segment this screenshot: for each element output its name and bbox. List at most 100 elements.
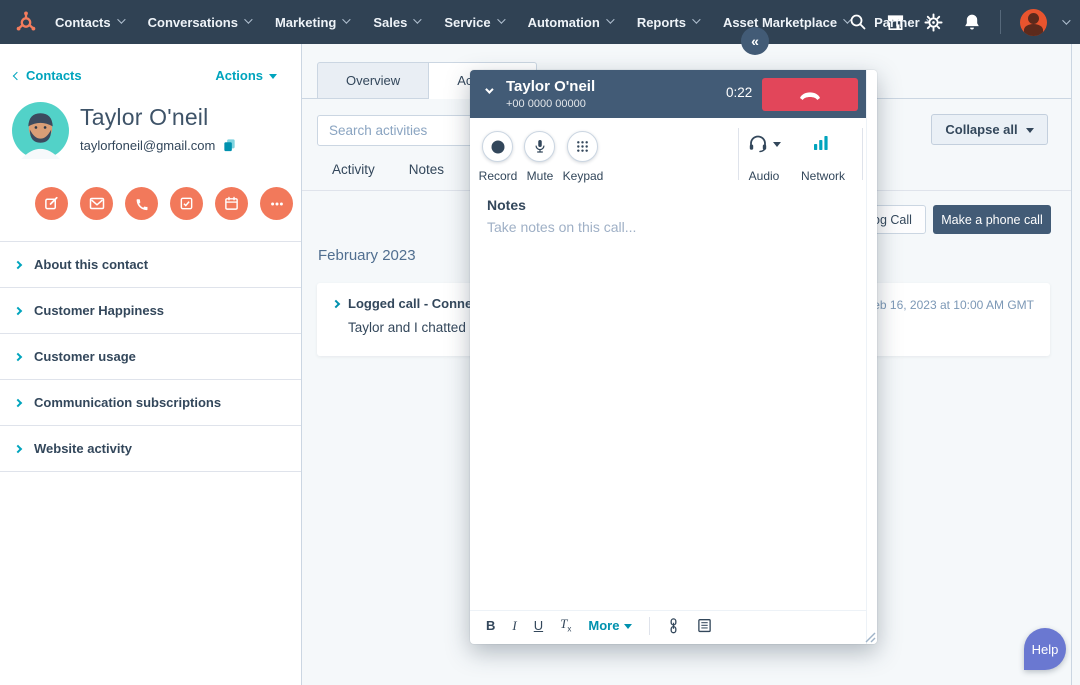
sidebar-section-customer-happiness[interactable]: Customer Happiness (0, 287, 301, 333)
help-button[interactable]: Help (1024, 628, 1066, 670)
record-label: Record (474, 169, 522, 183)
caret-down-icon (692, 15, 700, 23)
task-button[interactable] (170, 187, 203, 220)
caret-down-icon (413, 15, 421, 23)
chevron-right-icon (14, 260, 22, 268)
caret-down-icon (343, 15, 351, 23)
nav-utilities (848, 0, 1068, 44)
tab-overview[interactable]: Overview (317, 62, 429, 99)
nav-item-marketing[interactable]: Marketing (275, 15, 348, 30)
actions-dropdown[interactable]: Actions (215, 68, 277, 83)
nav-item-service[interactable]: Service (444, 15, 502, 30)
subtab-notes[interactable]: Notes (409, 162, 444, 177)
audio-label: Audio (742, 169, 786, 183)
caret-down-icon (773, 142, 781, 147)
notifications-bell-icon[interactable] (962, 13, 981, 32)
contact-email: taylorfoneil@gmail.com (80, 138, 215, 153)
sidebar-section-communication-subscriptions[interactable]: Communication subscriptions (0, 379, 301, 425)
caret-down-icon (269, 74, 277, 79)
nav-item-asset-marketplace[interactable]: Asset Marketplace (723, 15, 849, 30)
caret-down-icon[interactable] (1062, 16, 1070, 24)
collapse-panel-button[interactable]: « (741, 27, 769, 55)
notes-editor[interactable]: Take notes on this call... (487, 219, 853, 235)
audio-headphones-icon (748, 134, 768, 153)
activity-preview: Taylor and I chatted q (348, 320, 477, 335)
make-phone-call-button[interactable]: Make a phone call (933, 205, 1051, 234)
underline-button[interactable]: U (534, 619, 543, 632)
chevron-right-icon (14, 398, 22, 406)
hang-up-button[interactable] (762, 78, 858, 111)
record-button[interactable] (482, 131, 513, 162)
resize-handle[interactable] (865, 632, 876, 643)
call-widget-scrollbar-gutter[interactable] (866, 70, 877, 644)
caret-down-icon (244, 15, 252, 23)
call-phone-number: +00 0000 00000 (506, 98, 586, 110)
subtab-activity[interactable]: Activity (332, 162, 375, 177)
sidebar-section-website-activity[interactable]: Website activity (0, 425, 301, 471)
caret-down-icon (624, 624, 632, 629)
bold-button[interactable]: B (486, 619, 495, 632)
right-panel-edge (1071, 44, 1080, 685)
nav-item-sales[interactable]: Sales (373, 15, 419, 30)
nav-item-reports[interactable]: Reports (637, 15, 698, 30)
network-label: Network (796, 169, 850, 183)
sidebar-section-customer-usage[interactable]: Customer usage (0, 333, 301, 379)
notes-toolbar: B I U Tx More (470, 610, 866, 640)
top-navigation-bar: Contacts Conversations Marketing Sales S… (0, 0, 1080, 44)
controls-divider (738, 128, 739, 180)
audio-dropdown[interactable] (748, 134, 781, 153)
mute-label: Mute (522, 169, 558, 183)
snippet-icon[interactable] (697, 618, 712, 633)
record-icon (491, 140, 505, 154)
hubspot-logo-icon[interactable] (14, 10, 38, 34)
clear-formatting-button[interactable]: Tx (560, 617, 571, 634)
note-button[interactable] (35, 187, 68, 220)
settings-gear-icon[interactable] (924, 13, 943, 32)
email-button[interactable] (80, 187, 113, 220)
toolbar-divider (649, 617, 650, 635)
call-timer: 0:22 (726, 85, 752, 100)
call-controls: Record Mute Keypad Audio (470, 118, 866, 190)
more-formatting-dropdown[interactable]: More (588, 619, 632, 632)
caret-down-icon (117, 15, 125, 23)
marketplace-icon[interactable] (886, 13, 905, 32)
sidebar-section-about-this-contact[interactable]: About this contact (0, 241, 301, 287)
activity-timestamp: Feb 16, 2023 at 10:00 AM GMT (866, 298, 1034, 312)
chevron-down-icon[interactable] (485, 85, 493, 93)
note-icon (44, 196, 59, 211)
copy-icon[interactable] (222, 138, 237, 153)
nav-item-contacts[interactable]: Contacts (55, 15, 123, 30)
contact-name: Taylor O'neil (80, 104, 208, 131)
mute-button[interactable] (524, 131, 555, 162)
search-icon[interactable] (848, 13, 867, 32)
chevron-right-icon (14, 444, 22, 452)
hangup-phone-icon (798, 89, 822, 101)
activity-subtabs: Activity Notes (332, 162, 444, 177)
ellipsis-icon (269, 196, 285, 212)
meeting-button[interactable] (215, 187, 248, 220)
keypad-button[interactable] (567, 131, 598, 162)
task-icon (179, 196, 194, 211)
chevron-right-icon (14, 306, 22, 314)
quick-actions (35, 187, 293, 220)
contact-avatar (12, 102, 69, 159)
chevron-left-icon (13, 72, 21, 80)
user-avatar[interactable] (1020, 9, 1047, 36)
caret-down-icon (497, 15, 505, 23)
italic-button[interactable]: I (512, 619, 516, 632)
chevron-right-icon (14, 352, 22, 360)
collapse-all-button[interactable]: Collapse all (931, 114, 1048, 145)
more-actions-button[interactable] (260, 187, 293, 220)
activity-title[interactable]: Logged call - Connec (348, 296, 479, 311)
mute-mic-icon (533, 139, 547, 154)
nav-item-conversations[interactable]: Conversations (148, 15, 250, 30)
link-icon[interactable] (667, 618, 680, 634)
call-button[interactable] (125, 187, 158, 220)
call-widget-header: Taylor O'neil +00 0000 00000 0:22 (470, 70, 866, 118)
chevron-right-icon[interactable] (332, 300, 340, 308)
contact-sidebar: Contacts Actions Taylor O'neil taylorfon… (0, 44, 302, 685)
caret-down-icon (606, 15, 614, 23)
network-indicator[interactable] (814, 135, 829, 156)
back-to-contacts-link[interactable]: Contacts (14, 68, 82, 83)
nav-item-automation[interactable]: Automation (528, 15, 612, 30)
